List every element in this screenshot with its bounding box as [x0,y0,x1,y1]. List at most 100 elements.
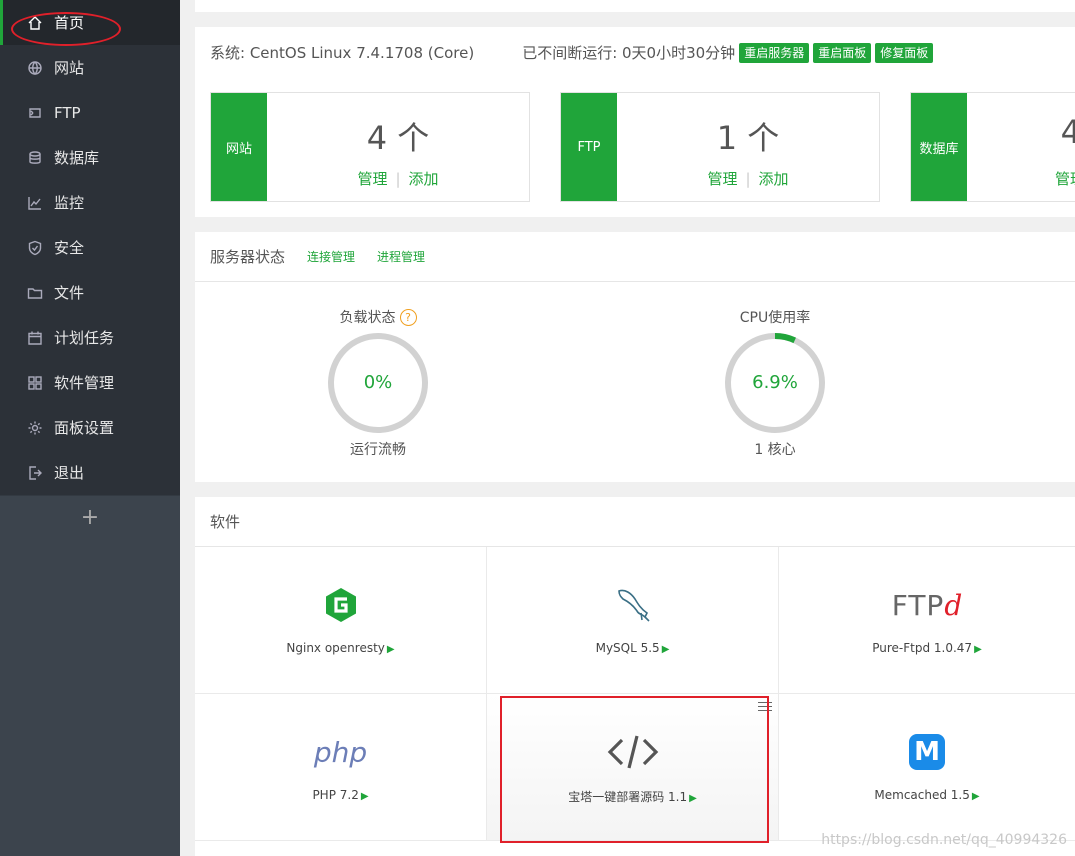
memcached-logo: M [779,722,1075,782]
gauge-value: 6.9% [752,372,798,393]
sidebar-item-label: 文件 [54,284,85,302]
software-item-nginx[interactable]: Nginx openresty ▶ [195,547,487,694]
sidebar-item-label: 软件管理 [54,374,115,392]
gauge-value: 0% [363,372,393,393]
panel-title: 服务器状态 [210,248,286,266]
sidebar-item-logout[interactable]: 退出 [0,450,180,495]
sidebar-item-database[interactable]: 数据库 [0,135,180,180]
add-link[interactable]: 添加 [759,170,789,188]
software-item-mysql[interactable]: MySQL 5.5 ▶ [487,547,779,694]
software-item-php[interactable]: php PHP 7.2 ▶ [195,694,487,841]
software-name: MySQL 5.5 ▶ [595,641,670,655]
database-icon [26,149,44,167]
sidebar-add-button[interactable]: + [0,495,180,539]
cpu-gauge[interactable]: CPU使用率 6.9% 1 核心 [695,307,855,459]
repair-panel-button[interactable]: 修复面板 [875,42,934,63]
gauge-title: CPU使用率 [695,307,855,327]
stat-card-database: 数据库 4 管理 [910,92,1075,202]
panel-header: 软件 [195,497,1075,547]
panel-header: 服务器状态 连接管理 进程管理 [195,232,1075,282]
gear-icon [26,419,44,437]
sidebar-item-label: 退出 [54,464,85,482]
sidebar-item-label: 安全 [54,239,85,257]
sidebar-item-home[interactable]: 首页 [0,0,180,45]
php-logo: php [313,735,368,769]
process-manage-link[interactable]: 进程管理 [377,248,425,265]
sidebar-item-label: 网站 [54,59,85,77]
calendar-icon [26,329,44,347]
sidebar-item-label: 面板设置 [54,419,115,437]
menu-icon[interactable] [758,702,772,714]
software-name: Nginx openresty ▶ [286,641,395,655]
load-gauge[interactable]: 负载状态 ? 0% 运行流畅 [298,307,458,459]
sidebar-item-label: 监控 [54,194,85,212]
gauge-title-text: CPU使用率 [739,310,811,326]
manage-link[interactable]: 管理 [707,170,737,188]
sidebar-nav: 首页 网站 FTP 数据库 监控 安全 文件 计划任务 软件管理 面板设置 退出 [0,0,180,495]
restart-server-button[interactable]: 重启服务器 [739,42,810,63]
stat-label: FTP [561,93,617,201]
stat-label: 网站 [211,93,267,201]
stat-count[interactable]: 4 [967,113,1075,151]
system-info: 系统: CentOS Linux 7.4.1708 (Core) 已不间断运行:… [210,42,934,63]
gauge-title-text: 负载状态 [339,310,396,326]
stat-card-ftp: FTP 1 个 管理 | 添加 [560,92,880,202]
software-name: Memcached 1.5 ▶ [874,788,980,802]
top-panel [195,0,1075,12]
grid-icon [26,374,44,392]
software-item-memcached[interactable]: M Memcached 1.5 ▶ [779,694,1075,841]
gauge-title: 负载状态 ? [298,307,458,327]
stat-label: 数据库 [911,93,967,201]
watermark: https://blog.csdn.net/qq_40994326 [821,832,1067,848]
nginx-logo [195,575,486,635]
separator: | [395,170,401,188]
gauge-subtitle: 1 核心 [754,442,796,458]
system-panel: 系统: CentOS Linux 7.4.1708 (Core) 已不间断运行:… [195,27,1075,217]
software-panel: 软件 Nginx openresty ▶ MySQL 5.5 ▶ FTP d Pure… [195,497,1075,856]
home-icon [26,14,44,32]
manage-link[interactable]: 管理 [357,170,387,188]
mysql-dolphin-logo [487,575,778,635]
ftpd-logo: FTP d [891,588,963,622]
sidebar: 首页 网站 FTP 数据库 监控 安全 文件 计划任务 软件管理 面板设置 退出… [0,0,180,856]
gauge-subtitle: 运行流畅 [350,442,406,458]
sidebar-item-label: 首页 [54,14,85,32]
shield-icon [26,239,44,257]
monitor-icon [26,194,44,212]
os-info: 系统: CentOS Linux 7.4.1708 (Core) [210,44,475,62]
sidebar-item-settings[interactable]: 面板设置 [0,405,180,450]
code-icon [487,722,778,782]
software-name: 宝塔一键部署源码 1.1 ▶ [568,790,697,804]
server-status-panel: 服务器状态 连接管理 进程管理 负载状态 ? 0% 运行流畅 CPU使用率 6.… [195,232,1075,482]
stat-count[interactable]: 4 个 [267,113,529,159]
restart-panel-button[interactable]: 重启面板 [813,42,872,63]
stat-links: 管理 [967,168,1075,189]
add-link[interactable]: 添加 [409,170,439,188]
sidebar-item-files[interactable]: 文件 [0,270,180,315]
sidebar-item-label: 计划任务 [54,329,115,347]
sidebar-item-security[interactable]: 安全 [0,225,180,270]
stat-links: 管理 | 添加 [267,168,529,189]
uptime-info: 已不间断运行: 0天0小时30分钟 [522,44,736,62]
stat-links: 管理 | 添加 [617,168,879,189]
software-name: PHP 7.2 ▶ [312,788,369,802]
globe-icon [26,59,44,77]
sidebar-item-monitor[interactable]: 监控 [0,180,180,225]
sidebar-item-label: FTP [54,103,81,122]
separator: | [745,170,751,188]
ftp-icon [26,104,44,122]
stat-count[interactable]: 1 个 [617,113,879,159]
software-item-pureftpd[interactable]: FTP d Pure-Ftpd 1.0.47 ▶ [779,547,1075,694]
sidebar-item-website[interactable]: 网站 [0,45,180,90]
folder-icon [26,284,44,302]
manage-link[interactable]: 管理 [1055,170,1075,188]
connection-manage-link[interactable]: 连接管理 [307,248,355,265]
sidebar-item-ftp[interactable]: FTP [0,90,180,135]
sidebar-item-software[interactable]: 软件管理 [0,360,180,405]
logout-icon [26,464,44,482]
software-item-deploy[interactable]: 宝塔一键部署源码 1.1 ▶ [487,694,779,841]
stat-card-website: 网站 4 个 管理 | 添加 [210,92,530,202]
help-icon[interactable]: ? [399,308,417,326]
sidebar-item-cron[interactable]: 计划任务 [0,315,180,360]
panel-title: 软件 [210,513,241,531]
